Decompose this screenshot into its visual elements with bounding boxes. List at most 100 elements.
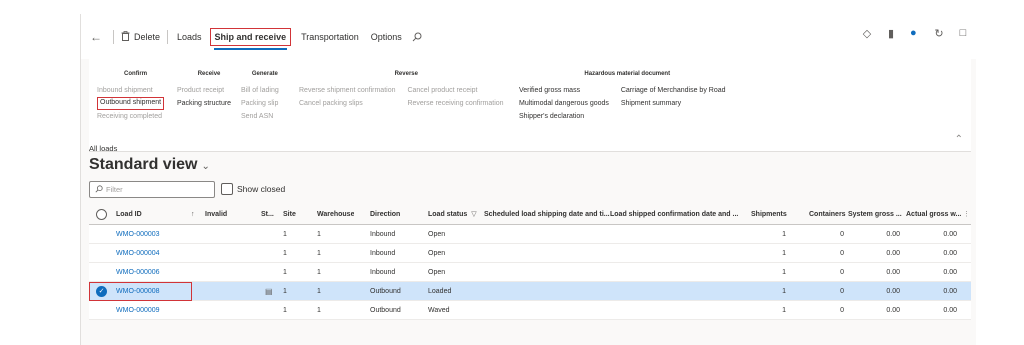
show-closed-toggle[interactable]: Show closed xyxy=(221,183,285,195)
table-row[interactable]: WMO-000006 1 1 Inbound Open 1 0 0.00 0.0… xyxy=(89,263,971,282)
load-status-cell: Open xyxy=(428,230,446,238)
tab-loads[interactable]: Loads xyxy=(173,27,206,47)
select-all-radio[interactable] xyxy=(96,204,107,224)
column-header-load-id[interactable]: Load ID xyxy=(116,204,142,224)
column-header-scheduled-shipping-date[interactable]: Scheduled load shipping date and ti... xyxy=(484,204,610,224)
notification-icon[interactable]: ●0 xyxy=(907,26,921,40)
cancel-packing-slips-button[interactable]: Cancel packing slips xyxy=(299,97,396,110)
reverse-receiving-confirmation-button[interactable]: Reverse receiving confirmation xyxy=(407,97,503,110)
cancel-product-receipt-button[interactable]: Cancel product receipt xyxy=(407,84,503,97)
column-header-containers[interactable]: Containers xyxy=(809,204,846,224)
load-status-cell: Open xyxy=(428,268,446,276)
group-column: Cancel product receipt Reverse receiving… xyxy=(407,84,503,110)
load-status-cell: Open xyxy=(428,249,446,257)
multimodal-dangerous-goods-button[interactable]: Multimodal dangerous goods xyxy=(519,97,609,110)
filter-input[interactable]: Filter xyxy=(89,181,215,198)
column-header-shipped-confirmation-date[interactable]: Load shipped confirmation date and ... xyxy=(610,204,738,224)
grid-header-row: Load ID ↑ Invalid St... Site Warehouse D… xyxy=(89,204,971,225)
header-icons: ◇ ▮ ●0 ↻ □ xyxy=(861,26,969,40)
inbound-shipment-button[interactable]: Inbound shipment xyxy=(97,84,164,97)
ship-and-receive-ribbon: Confirm Inbound shipment Outbound shipme… xyxy=(89,59,971,152)
product-receipt-button[interactable]: Product receipt xyxy=(177,84,231,97)
shippers-declaration-button[interactable]: Shipper's declaration xyxy=(519,110,609,123)
actual-gross-cell: 0.00 xyxy=(943,268,957,276)
containers-cell: 0 xyxy=(840,230,844,238)
carriage-of-merchandise-by-road-button[interactable]: Carriage of Merchandise by Road xyxy=(621,84,726,97)
diamond-icon[interactable]: ◇ xyxy=(861,27,873,40)
system-gross-cell: 0.00 xyxy=(886,287,900,295)
packing-structure-button[interactable]: Packing structure xyxy=(177,97,231,110)
back-arrow-icon[interactable]: ← xyxy=(86,27,106,47)
search-icon[interactable] xyxy=(408,27,426,47)
filter-placeholder: Filter xyxy=(106,185,123,194)
chevron-up-icon[interactable]: ⌃ xyxy=(955,134,963,145)
system-gross-cell: 0.00 xyxy=(886,230,900,238)
table-row[interactable]: WMO-000004 1 1 Inbound Open 1 0 0.00 0.0… xyxy=(89,244,971,263)
filter-icon[interactable]: ▽ xyxy=(471,210,476,218)
group-title: Reverse xyxy=(394,71,418,77)
site-cell: 1 xyxy=(283,287,287,295)
column-header-load-status[interactable]: Load status ▽ xyxy=(428,204,477,224)
shipments-cell: 1 xyxy=(782,287,786,295)
table-row[interactable]: WMO-000009 1 1 Outbound Waved 1 0 0.00 0… xyxy=(89,301,971,320)
trash-icon xyxy=(121,30,130,43)
column-header-status[interactable]: St... xyxy=(261,204,274,224)
send-asn-button[interactable]: Send ASN xyxy=(241,110,279,123)
loads-grid: Load ID ↑ Invalid St... Site Warehouse D… xyxy=(89,204,971,320)
shipment-summary-button[interactable]: Shipment summary xyxy=(621,97,726,110)
show-closed-label: Show closed xyxy=(237,184,286,194)
receiving-completed-button[interactable]: Receiving completed xyxy=(97,110,164,123)
direction-cell: Outbound xyxy=(370,287,401,295)
action-pane: ← Delete Loads Ship and receive Transpor… xyxy=(81,14,977,59)
packing-slip-button[interactable]: Packing slip xyxy=(241,97,279,110)
show-closed-checkbox[interactable] xyxy=(221,183,233,195)
group-column: Inbound shipment Outbound shipment Recei… xyxy=(97,84,165,123)
load-id-link[interactable]: WMO-000009 xyxy=(116,301,160,319)
app-frame: ← Delete Loads Ship and receive Transpor… xyxy=(80,14,977,345)
site-cell: 1 xyxy=(283,306,287,314)
refresh-icon[interactable]: ↻ xyxy=(933,27,945,40)
system-gross-cell: 0.00 xyxy=(886,268,900,276)
load-id-link[interactable]: WMO-000006 xyxy=(116,263,160,281)
tab-ship-and-receive[interactable]: Ship and receive xyxy=(209,27,292,50)
notification-badge: 0 xyxy=(907,26,911,33)
popout-icon[interactable]: □ xyxy=(957,27,969,40)
column-header-system-gross[interactable]: System gross ... xyxy=(848,204,902,224)
column-header-direction[interactable]: Direction xyxy=(370,204,400,224)
load-status-label: Load status xyxy=(428,210,468,218)
system-gross-cell: 0.00 xyxy=(886,249,900,257)
group-confirm: Confirm Inbound shipment Outbound shipme… xyxy=(97,71,174,123)
warehouse-cell: 1 xyxy=(317,268,321,276)
column-header-actual-gross[interactable]: Actual gross w... xyxy=(906,204,961,224)
column-header-invalid[interactable]: Invalid xyxy=(205,204,227,224)
bill-of-lading-button[interactable]: Bill of lading xyxy=(241,84,279,97)
office-icon[interactable]: ▮ xyxy=(885,27,897,40)
group-title: Hazardous material document xyxy=(584,71,671,77)
load-id-link[interactable]: WMO-000004 xyxy=(116,244,160,262)
actual-gross-cell: 0.00 xyxy=(943,249,957,257)
column-header-warehouse[interactable]: Warehouse xyxy=(317,204,354,224)
load-id-link[interactable]: WMO-000003 xyxy=(116,225,160,243)
chevron-down-icon: ⌄ xyxy=(201,161,210,172)
view-selector[interactable]: Standard view ⌄ xyxy=(89,156,210,174)
system-gross-cell: 0.00 xyxy=(886,306,900,314)
load-status-cell: Waved xyxy=(428,306,450,314)
divider xyxy=(113,29,114,44)
delete-button[interactable]: Delete xyxy=(117,27,164,47)
group-column: Bill of lading Packing slip Send ASN xyxy=(241,84,279,123)
reverse-shipment-confirmation-button[interactable]: Reverse shipment confirmation xyxy=(299,84,396,97)
tab-options[interactable]: Options xyxy=(367,27,406,47)
verified-gross-mass-button[interactable]: Verified gross mass xyxy=(519,84,609,97)
column-header-shipments[interactable]: Shipments xyxy=(751,204,787,224)
containers-cell: 0 xyxy=(840,249,844,257)
table-row-selected[interactable]: ✓ WMO-000008 ▤ 1 1 Outbound Loaded 1 0 0… xyxy=(89,282,971,301)
tab-transportation[interactable]: Transportation xyxy=(297,27,363,47)
load-id-link[interactable]: WMO-000008 xyxy=(116,282,160,300)
column-options-icon[interactable]: ⋮ xyxy=(963,204,970,224)
group-column: Product receipt Packing structure xyxy=(177,84,231,110)
table-row[interactable]: WMO-000003 1 1 Inbound Open 1 0 0.00 0.0… xyxy=(89,225,971,244)
divider xyxy=(167,29,169,44)
row-selected-radio[interactable]: ✓ xyxy=(96,282,107,300)
outbound-shipment-button[interactable]: Outbound shipment xyxy=(97,97,165,110)
column-header-site[interactable]: Site xyxy=(283,204,296,224)
